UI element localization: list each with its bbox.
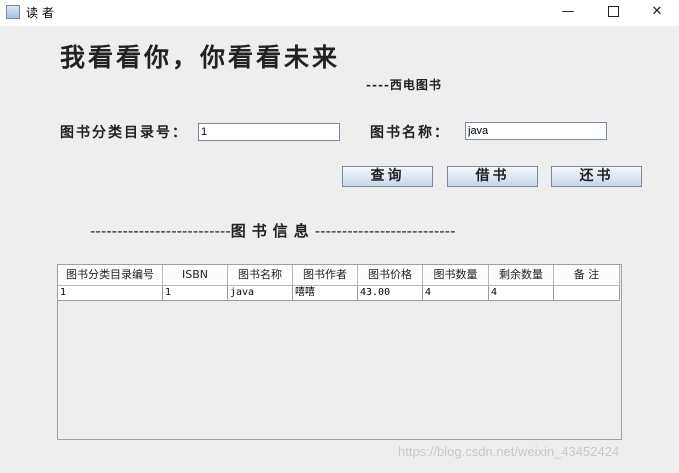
headline: 我看看你，你看看未来: [60, 43, 341, 72]
maximize-button[interactable]: [590, 0, 636, 26]
book-name-input[interactable]: [465, 122, 607, 140]
column-header[interactable]: 图书数量: [423, 265, 489, 286]
section-heading: --------------------------图书信息----------…: [90, 220, 455, 241]
java-app-icon: [6, 5, 20, 19]
table-cell[interactable]: 43.00: [358, 286, 423, 301]
table-body: 1 1 java 嘻嘻 43.00 4 4: [58, 286, 620, 301]
table-header: 图书分类目录编号 ISBN 图书名称 图书作者 图书价格 图书数量 剩余数量 备…: [58, 265, 620, 286]
column-header[interactable]: ISBN: [163, 265, 228, 286]
column-header[interactable]: 图书作者: [293, 265, 358, 286]
column-header[interactable]: 备 注: [554, 265, 620, 286]
column-header[interactable]: 剩余数量: [489, 265, 554, 286]
table-cell[interactable]: [554, 286, 620, 301]
book-table[interactable]: 图书分类目录编号 ISBN 图书名称 图书作者 图书价格 图书数量 剩余数量 备…: [57, 264, 622, 440]
minimize-button[interactable]: —: [545, 0, 591, 26]
table-cell[interactable]: 4: [423, 286, 489, 301]
title-bar: 读 者 — ✕: [0, 0, 679, 26]
dash-right: --------------------------: [314, 222, 456, 240]
dash-left: --------------------------: [90, 222, 231, 240]
table-cell[interactable]: 4: [489, 286, 554, 301]
table-cell[interactable]: 1: [163, 286, 228, 301]
close-button[interactable]: ✕: [634, 0, 679, 26]
column-header[interactable]: 图书名称: [228, 265, 293, 286]
section-title: 图书信息: [230, 222, 315, 240]
table-row[interactable]: 1 1 java 嘻嘻 43.00 4 4: [58, 286, 620, 301]
return-button[interactable]: 还书: [551, 166, 642, 187]
book-name-label: 图书名称：: [370, 125, 450, 141]
column-header[interactable]: 图书分类目录编号: [58, 265, 163, 286]
table-cell[interactable]: 1: [58, 286, 163, 301]
maximize-icon: [607, 6, 619, 17]
borrow-button[interactable]: 借书: [447, 166, 538, 187]
sub-headline: ----西电图书: [366, 78, 442, 92]
table-cell[interactable]: java: [228, 286, 293, 301]
query-button[interactable]: 查询: [342, 166, 433, 187]
category-input[interactable]: [198, 123, 340, 141]
watermark: https://blog.csdn.net/weixin_43452424: [398, 444, 620, 459]
column-header[interactable]: 图书价格: [358, 265, 423, 286]
category-label: 图书分类目录号：: [60, 125, 188, 141]
window-title: 读 者: [26, 6, 54, 20]
table-cell[interactable]: 嘻嘻: [293, 286, 358, 301]
